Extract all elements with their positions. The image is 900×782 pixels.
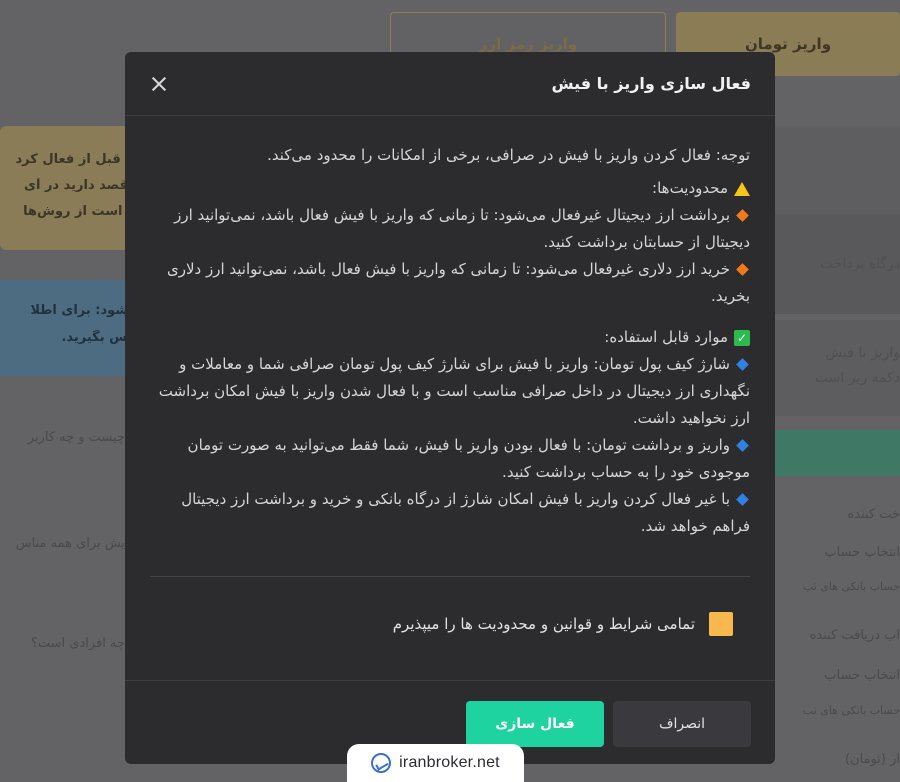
blue-diamond-icon — [736, 493, 749, 506]
divider — [150, 576, 750, 577]
modal-body: توجه: فعال کردن واریز با فیش در صرافی، ب… — [125, 116, 775, 540]
select-account[interactable]: انتخاب حساب — [778, 668, 900, 683]
close-icon[interactable] — [145, 70, 173, 98]
faq-question[interactable]: چه افرادی است؟ — [0, 636, 125, 651]
select-account[interactable]: انتخاب حساب — [778, 545, 900, 560]
bank-accounts-hint: حساب بانکی های ثب — [802, 580, 900, 593]
warning-panel-right — [770, 126, 900, 222]
chart-logo-icon — [371, 753, 392, 773]
info-line: ی‌شود: برای اطلا — [30, 303, 140, 318]
warning-icon — [734, 181, 750, 196]
usable-item: شارژ کیف پول تومان: واریز با فیش برای شا… — [158, 355, 750, 427]
limitation-item: خرید ارز دلاری غیرفعال می‌شود: تا زمانی … — [166, 260, 750, 305]
limitation-item: برداشت ارز دیجیتال غیرفعال می‌شود: تا زم… — [174, 206, 750, 251]
receipt-panel[interactable] — [770, 320, 900, 416]
limitations-section: محدودیت‌ها: برداشت ارز دیجیتال غیرفعال م… — [149, 175, 750, 310]
notice-text: توجه: فعال کردن واریز با فیش در صرافی، ب… — [267, 146, 750, 164]
cancel-button[interactable]: انصراف — [613, 701, 751, 747]
info-panel — [0, 280, 140, 376]
receipt-line: واریز با فیش — [825, 345, 900, 361]
amount-label: ار (تومان) — [845, 752, 900, 767]
activate-button[interactable]: فعال سازی — [466, 701, 604, 747]
modal-title: فعال سازی واریز با فیش — [551, 74, 751, 93]
check-mark-icon: ✓ — [734, 329, 750, 346]
orange-diamond-icon — [736, 263, 749, 276]
background-green-button[interactable] — [770, 430, 900, 476]
faq-question[interactable]: یش برای همه مناس — [0, 536, 125, 551]
blue-diamond-icon — [736, 358, 749, 371]
faq-question[interactable]: چیست و چه کاربر — [0, 430, 125, 445]
blue-diamond-icon — [736, 439, 749, 452]
activate-receipt-deposit-modal: فعال سازی واریز با فیش توجه: فعال کردن و… — [125, 52, 775, 764]
bank-accounts-hint: حساب بانکی های ثب — [802, 704, 900, 717]
usable-item: واریز و برداشت تومان: با فعال بودن واریز… — [187, 436, 750, 481]
payer-label: خت کننده — [847, 507, 900, 522]
orange-diamond-icon — [736, 209, 749, 222]
terms-label: تمامی شرایط و قوانین و محدودیت ها را میپ… — [392, 615, 695, 633]
modal-header: فعال سازی واریز با فیش — [125, 52, 775, 116]
gateway-label: درگاه پرداخت — [820, 256, 900, 272]
warning-line: ر قصد دارید در آی — [24, 178, 140, 193]
terms-checkbox[interactable] — [709, 612, 733, 636]
receiver-label: اب دریافت کننده — [809, 628, 900, 643]
receipt-line: دکمه زیر است — [814, 370, 900, 386]
info-line: ماس بگیرید. — [61, 330, 140, 345]
usable-title: موارد قابل استفاده: — [604, 328, 728, 346]
usable-section: ✓ موارد قابل استفاده: شارژ کیف پول تومان:… — [149, 324, 750, 540]
watermark-text: iranbroker.net — [399, 754, 500, 771]
limitations-title: محدودیت‌ها: — [652, 179, 728, 197]
watermark: iranbroker.net — [347, 744, 524, 782]
warning-line: ئر است از روش‌ها — [23, 204, 140, 219]
warning-line: م: قبل از فعال کرد — [15, 152, 140, 167]
usable-item: با غیر فعال کردن واریز با فیش امکان شارژ… — [181, 490, 750, 535]
terms-agreement[interactable]: تمامی شرایط و قوانین و محدودیت ها را میپ… — [393, 612, 733, 636]
